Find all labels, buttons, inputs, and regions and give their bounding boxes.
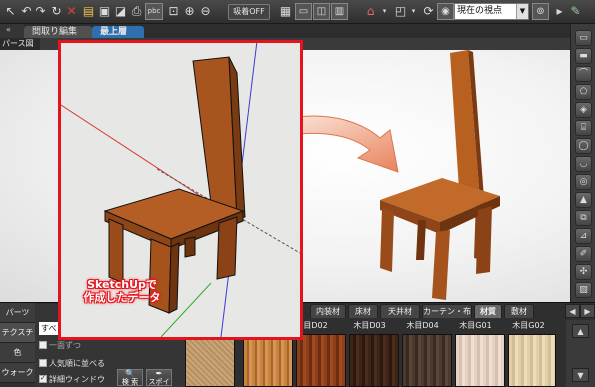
layout-split-icon[interactable]: ◫ bbox=[313, 3, 330, 20]
tool-image-icon[interactable]: ▧ bbox=[575, 282, 592, 298]
texture-swatch[interactable] bbox=[508, 334, 556, 387]
category-tab-floor[interactable]: 床材 bbox=[348, 304, 378, 318]
tool-pen-icon[interactable]: ✐ bbox=[575, 246, 592, 262]
texture-swatch[interactable] bbox=[455, 334, 505, 387]
side-tab-color[interactable]: 色 bbox=[0, 343, 35, 363]
viewpoint-select[interactable]: 現在の視点 ▼ bbox=[454, 3, 529, 20]
viewpoint-select-value: 現在の視点 bbox=[457, 6, 503, 16]
camera-settings-icon[interactable]: ⊚ bbox=[532, 3, 549, 20]
option-popular-sort[interactable]: 人気順に並べる bbox=[39, 359, 105, 369]
checkbox bbox=[39, 359, 47, 367]
camera-icon[interactable]: ◪ bbox=[112, 3, 129, 20]
save-icon[interactable]: ▣ bbox=[96, 3, 113, 20]
open-folder-icon[interactable]: ▤ bbox=[80, 3, 97, 20]
tool-curve-icon[interactable]: ⌒ bbox=[575, 66, 592, 82]
chevron-down-icon: ▼ bbox=[516, 4, 528, 19]
category-tab-material[interactable]: 材質 bbox=[474, 304, 502, 318]
zoom-in-icon[interactable]: ⊕ bbox=[181, 3, 198, 20]
tab-scroll[interactable]: « bbox=[0, 24, 24, 38]
measure-icon[interactable]: ✎ bbox=[567, 3, 584, 20]
tool-stairs-icon[interactable]: ⊿ bbox=[575, 228, 592, 244]
category-tab-ceiling[interactable]: 天井材 bbox=[380, 304, 420, 318]
house-dropdown-icon[interactable]: ▾ bbox=[376, 3, 393, 20]
texture-swatch[interactable] bbox=[349, 334, 399, 387]
tool-cube-icon[interactable]: ◈ bbox=[575, 102, 592, 118]
texture-swatch[interactable] bbox=[296, 334, 346, 387]
caption-line-2: 作成したデータ bbox=[83, 291, 161, 304]
texture-swatch[interactable] bbox=[402, 334, 452, 387]
checkbox bbox=[39, 341, 47, 349]
eyedropper-icon: ✒ bbox=[155, 369, 163, 378]
tool-cylinder-icon[interactable]: ⌸ bbox=[575, 120, 592, 136]
search-button[interactable]: 🔍 検 索 bbox=[117, 369, 143, 386]
caption-line-1: SketchUpで bbox=[87, 278, 157, 291]
sketchup-caption: SketchUpで 作成したデータ bbox=[66, 278, 178, 304]
tool-sculpt-icon[interactable]: ✣ bbox=[575, 264, 592, 280]
texture-swatch[interactable] bbox=[185, 334, 235, 387]
fit-view-icon[interactable]: ⊡ bbox=[165, 3, 182, 20]
tab-prev-icon[interactable]: ◀ bbox=[565, 304, 580, 318]
perspective-label: パース図 bbox=[0, 38, 40, 50]
select-arrow-icon[interactable]: ↖ bbox=[2, 3, 19, 20]
tool-cone-icon[interactable]: ▲ bbox=[575, 192, 592, 208]
texture-scrollbar[interactable]: ▲ ▼ bbox=[566, 320, 595, 387]
tab-next-icon[interactable]: ▶ bbox=[580, 304, 595, 318]
tool-rectangle-icon[interactable]: ▭ bbox=[575, 30, 592, 46]
tool-extrude-icon[interactable]: ⧉ bbox=[575, 210, 592, 226]
zoom-out-icon[interactable]: ⊖ bbox=[197, 3, 214, 20]
double-chevron-left-icon: « bbox=[6, 25, 11, 34]
eyedropper-button-label: スポイト bbox=[148, 378, 170, 387]
tool-bowl-icon[interactable]: ◡ bbox=[575, 156, 592, 172]
search-button-label: 検 索 bbox=[121, 378, 139, 386]
option-detail-window[interactable]: 詳細ウィンドウ bbox=[39, 375, 105, 385]
tab-layout-edit[interactable]: 間取り編集 bbox=[24, 26, 92, 38]
tab-top-floor[interactable]: 最上層 bbox=[92, 26, 144, 38]
rendered-chair bbox=[380, 50, 500, 300]
option-detail-window-label: 詳細ウィンドウ bbox=[49, 375, 105, 384]
delete-icon[interactable]: ✕ bbox=[63, 3, 80, 20]
tool-sphere-icon[interactable]: ◯ bbox=[575, 138, 592, 154]
category-tab-interior[interactable]: 内装材 bbox=[310, 304, 346, 318]
side-tab-parts[interactable]: パーツ bbox=[0, 303, 35, 323]
tab-all[interactable]: すべ bbox=[39, 322, 59, 335]
eyedropper-button[interactable]: ✒スポイト bbox=[146, 369, 172, 387]
magnifier-icon: 🔍 bbox=[125, 369, 135, 378]
right-toolbar: ▭ ▬ ⌒ ⬠ ◈ ⌸ ◯ ◡ ◎ ▲ ⧉ ⊿ ✐ ✣ ▧ bbox=[570, 24, 595, 302]
texture-name: 木目D04 bbox=[406, 321, 439, 330]
side-tab-walk[interactable]: ウォーク bbox=[0, 363, 35, 383]
snap-toggle-button[interactable]: 吸着OFF bbox=[228, 4, 270, 20]
main-toolbar: ↖ ↶ ↷ ↻ ✕ ▤ ▣ ◪ ⎙ pbc ⊡ ⊕ ⊖ 吸着OFF ▦ ▭ ◫ … bbox=[0, 0, 595, 24]
layout-single-icon[interactable]: ▭ bbox=[295, 3, 312, 20]
layout-quad-icon[interactable]: ▥ bbox=[331, 3, 348, 20]
pbc-button[interactable]: pbc bbox=[145, 3, 163, 20]
texture-swatch[interactable] bbox=[243, 334, 293, 387]
app-window: ↖ ↶ ↷ ↻ ✕ ▤ ▣ ◪ ⎙ pbc ⊡ ⊕ ⊖ 吸着OFF ▦ ▭ ◫ … bbox=[0, 0, 595, 387]
checkbox-checked bbox=[39, 375, 47, 383]
tool-panel-icon[interactable]: ▬ bbox=[575, 48, 592, 64]
category-tab-rug[interactable]: 敷材 bbox=[504, 304, 534, 318]
option-popular-sort-label: 人気順に並べる bbox=[49, 359, 105, 368]
printer-icon[interactable]: ⎙ bbox=[128, 3, 145, 20]
scroll-down-icon[interactable]: ▼ bbox=[572, 368, 589, 382]
option-one-face[interactable]: 一面ずつ bbox=[39, 341, 81, 351]
rotate-view-icon[interactable]: ⟳ bbox=[420, 3, 437, 20]
tool-ring-icon[interactable]: ◎ bbox=[575, 174, 592, 190]
texture-name: 木目G01 bbox=[459, 321, 492, 330]
texture-name: 木目G02 bbox=[512, 321, 545, 330]
redo-icon[interactable]: ↷ bbox=[32, 3, 49, 20]
grid-icon[interactable]: ▦ bbox=[277, 3, 294, 20]
collapse-icon[interactable]: ▸ bbox=[551, 3, 568, 20]
side-tab-texture[interactable]: テクスチャ bbox=[0, 323, 35, 357]
scroll-up-icon[interactable]: ▲ bbox=[572, 324, 589, 338]
viewpoint-icon[interactable]: ◉ bbox=[437, 3, 454, 20]
tool-polygon-icon[interactable]: ⬠ bbox=[575, 84, 592, 100]
texture-name: 木目D03 bbox=[353, 321, 386, 330]
option-one-face-label: 一面ずつ bbox=[49, 341, 81, 350]
category-tab-curtain[interactable]: カーテン・布 bbox=[422, 304, 472, 318]
